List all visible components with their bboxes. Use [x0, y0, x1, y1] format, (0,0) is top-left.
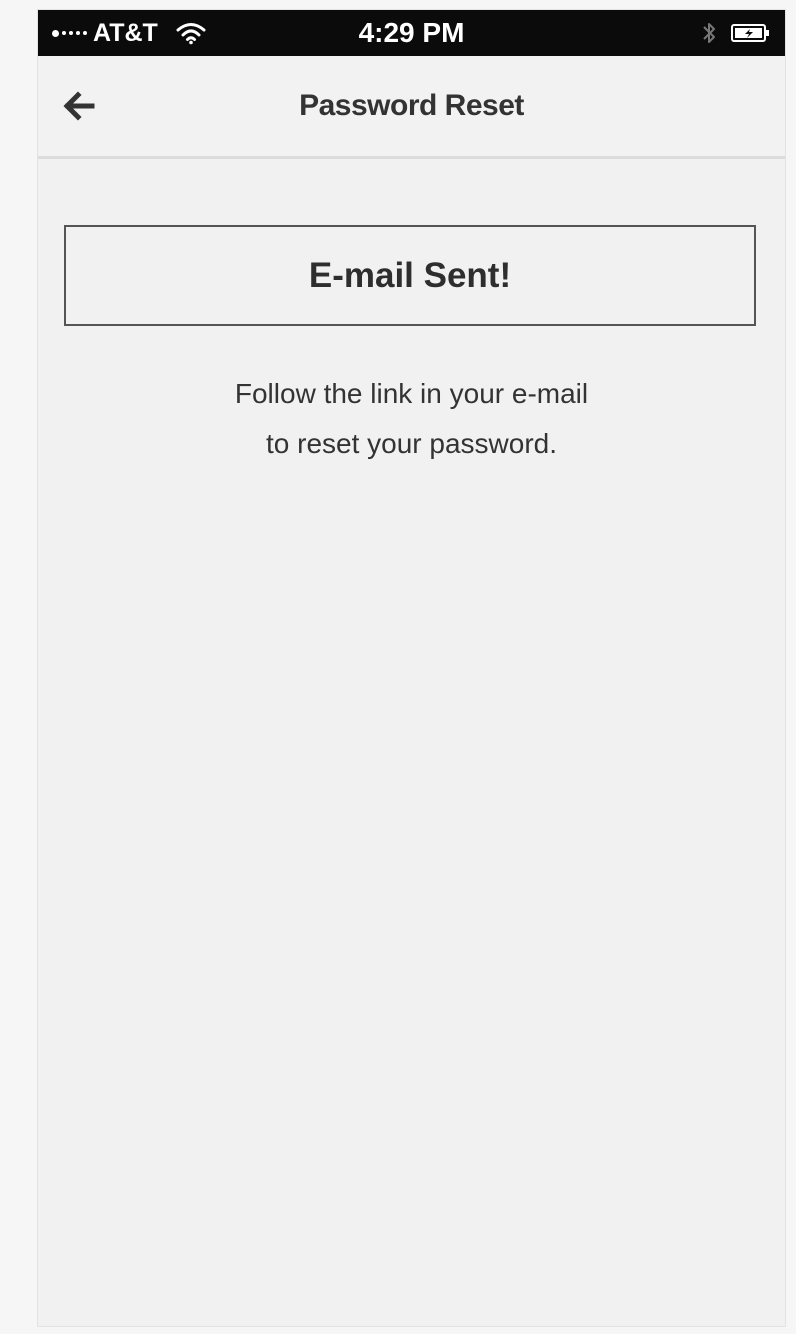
phone-screen: AT&T 4:29 PM Password Reset E-mail Sent!…: [38, 10, 785, 1326]
status-time: 4:29 PM: [358, 17, 465, 48]
main-content: E-mail Sent! Follow the link in your e-m…: [38, 159, 785, 1326]
bluetooth-icon: [703, 23, 715, 43]
page-title: Password Reset: [299, 89, 524, 122]
email-sent-banner: E-mail Sent!: [64, 225, 756, 326]
status-right: [701, 10, 771, 56]
screen: AT&T 4:29 PM Password Reset E-mail Sent!…: [0, 0, 796, 1334]
navigation-bar: Password Reset: [38, 56, 785, 159]
message-line-2: to reset your password.: [265, 428, 558, 459]
message-line-1: Follow the link in your e-mail: [234, 378, 589, 409]
status-bar: AT&T 4:29 PM: [38, 10, 785, 56]
battery-charging-icon: [731, 24, 769, 42]
instruction-message: Follow the link in your e-mail to reset …: [38, 369, 785, 469]
